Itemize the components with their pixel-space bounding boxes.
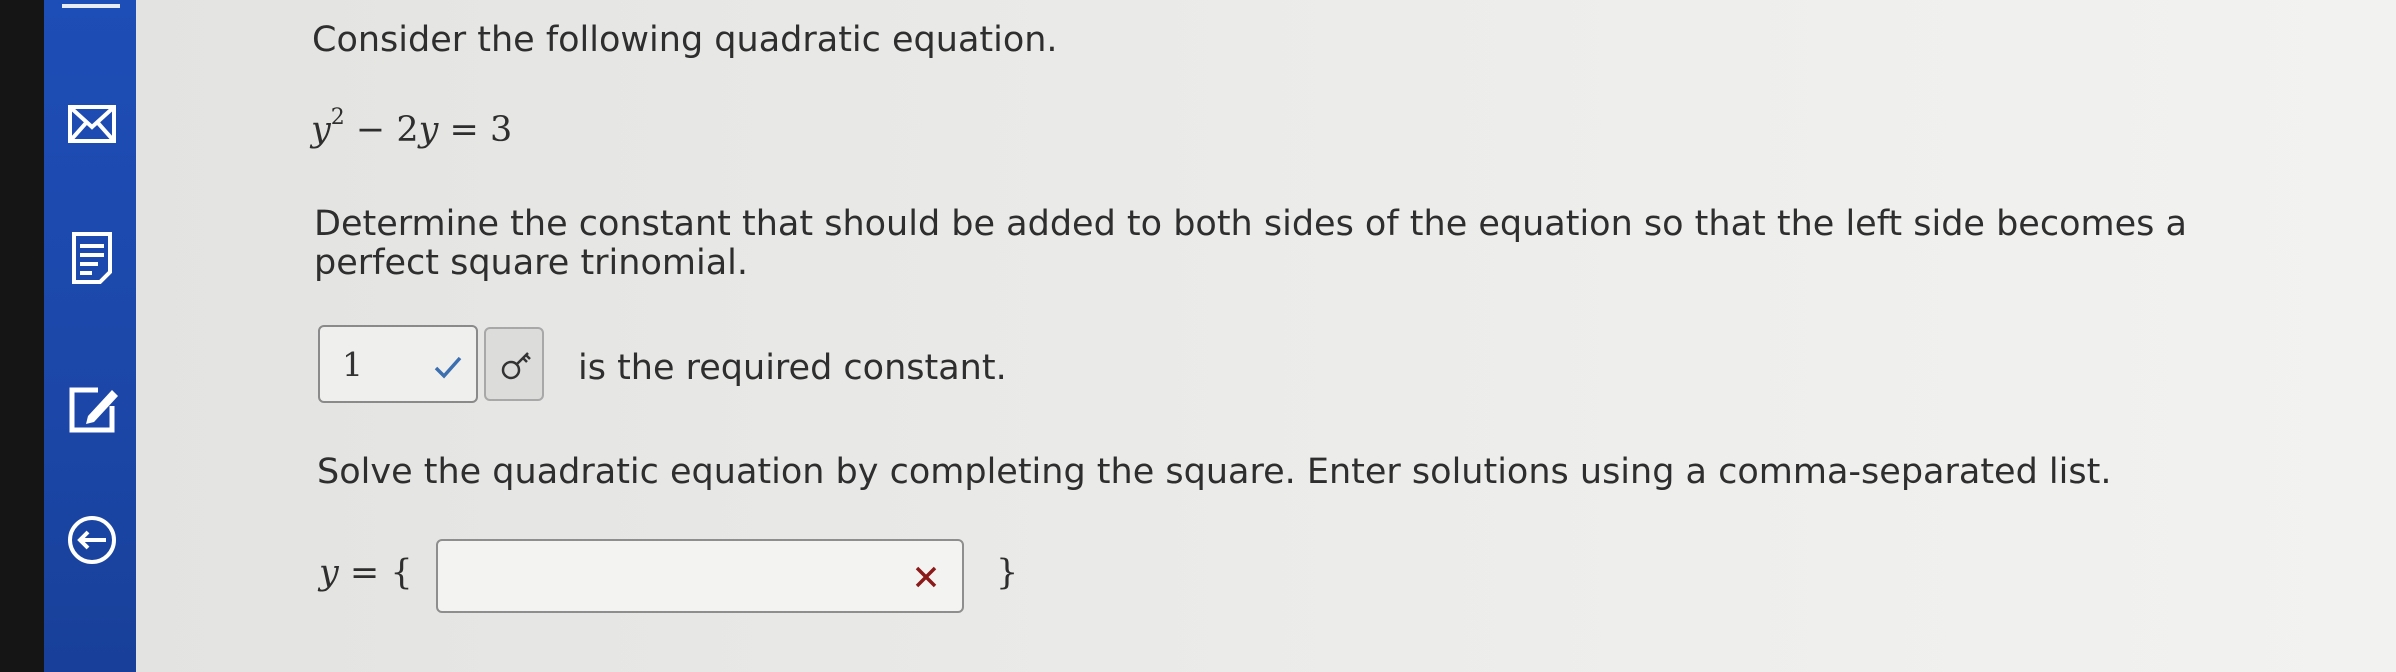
question-intro: Consider the following quadratic equatio… — [312, 20, 1058, 60]
solution-input[interactable] — [436, 539, 964, 613]
notes-icon[interactable] — [62, 228, 122, 288]
sidebar — [44, 0, 136, 672]
question-panel: Consider the following quadratic equatio… — [136, 0, 2396, 672]
screen-bezel — [0, 0, 44, 672]
answer-key-button[interactable] — [484, 327, 544, 401]
constant-answer-field[interactable]: 1 — [318, 325, 478, 403]
solution-label: y = { — [319, 553, 413, 593]
equation-variable-2: y — [418, 110, 439, 150]
prompt-line-1: Determine the constant that should be ad… — [314, 204, 2187, 244]
equation-variable: y — [311, 110, 331, 150]
solution-open-brace: = { — [338, 553, 413, 593]
exit-icon[interactable] — [62, 510, 122, 570]
solution-close-brace: } — [996, 553, 1019, 593]
key-icon — [501, 352, 531, 380]
quadratic-equation: y2 − 2y = 3 — [311, 107, 513, 151]
sidebar-top-tab[interactable] — [62, 0, 120, 8]
solve-prompt: Solve the quadratic equation by completi… — [317, 452, 2112, 492]
constant-answer-value: 1 — [342, 345, 363, 384]
equation-middle: − 2 — [344, 110, 419, 150]
prompt-line-2: perfect square trinomial. — [314, 243, 748, 283]
solution-variable: y — [319, 553, 339, 593]
mail-icon[interactable] — [62, 94, 122, 154]
equation-exponent: 2 — [330, 105, 345, 130]
check-icon — [434, 356, 462, 379]
incorrect-x-icon — [915, 566, 937, 588]
edit-icon[interactable] — [62, 380, 122, 440]
constant-suffix: is the required constant. — [578, 348, 1007, 388]
equation-rhs: = 3 — [438, 110, 513, 150]
